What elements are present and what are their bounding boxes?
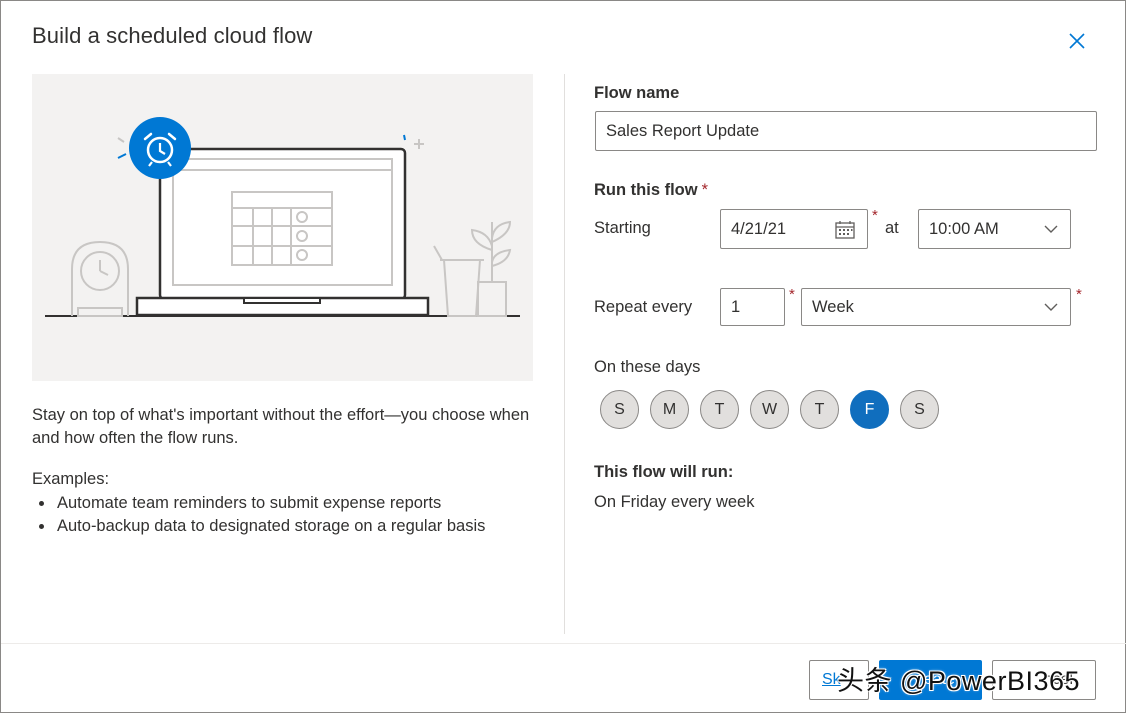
example-item: Auto-backup data to designated storage o… bbox=[32, 515, 485, 538]
panel-divider bbox=[564, 74, 565, 634]
day-sunday-button[interactable]: S bbox=[600, 390, 639, 429]
day-saturday-button[interactable]: S bbox=[900, 390, 939, 429]
laptop-illustration bbox=[135, 147, 430, 317]
run-this-flow-label: Run this flow * bbox=[594, 181, 708, 200]
alarm-clock-icon bbox=[129, 117, 191, 179]
repeat-unit-dropdown[interactable]: Week bbox=[801, 288, 1071, 326]
desk-clock-illustration bbox=[71, 240, 129, 317]
footer-divider bbox=[1, 643, 1126, 644]
start-date-field[interactable]: 4/21/21 bbox=[720, 209, 868, 249]
example-item: Automate team reminders to submit expens… bbox=[32, 492, 485, 515]
illustration-panel bbox=[32, 74, 533, 381]
required-marker: * bbox=[1076, 286, 1082, 303]
examples-label: Examples: bbox=[32, 470, 110, 488]
watermark-text: 头条 @PowerBI365 bbox=[837, 666, 1080, 696]
day-monday-button[interactable]: M bbox=[650, 390, 689, 429]
day-picker: S M T W T F S bbox=[600, 390, 939, 429]
chevron-down-icon bbox=[1044, 225, 1058, 233]
start-date-value: 4/21/21 bbox=[731, 219, 787, 238]
day-friday-button[interactable]: F bbox=[850, 390, 889, 429]
day-tuesday-button[interactable]: T bbox=[700, 390, 739, 429]
repeat-interval-field[interactable]: 1 bbox=[720, 288, 785, 326]
build-flow-dialog: Build a scheduled cloud flow Stay on top… bbox=[0, 0, 1126, 713]
flow-name-field[interactable] bbox=[595, 111, 1097, 151]
required-marker: * bbox=[789, 286, 795, 303]
day-thursday-button[interactable]: T bbox=[800, 390, 839, 429]
close-icon[interactable] bbox=[1064, 28, 1090, 54]
day-wednesday-button[interactable]: W bbox=[750, 390, 789, 429]
on-these-days-label: On these days bbox=[594, 358, 701, 376]
flow-name-input[interactable] bbox=[606, 121, 1096, 141]
plant-illustration bbox=[433, 220, 512, 317]
repeat-interval-value: 1 bbox=[731, 297, 741, 316]
flow-name-label: Flow name bbox=[594, 84, 680, 102]
summary-value: On Friday every week bbox=[594, 493, 755, 511]
repeat-unit-value: Week bbox=[812, 297, 854, 316]
starting-label: Starting bbox=[594, 219, 651, 237]
run-this-flow-text: Run this flow bbox=[594, 181, 698, 199]
examples-list: Automate team reminders to submit expens… bbox=[32, 492, 485, 538]
dialog-title: Build a scheduled cloud flow bbox=[32, 23, 313, 48]
flow-description: Stay on top of what's important without … bbox=[32, 406, 530, 447]
calendar-icon[interactable] bbox=[835, 221, 855, 244]
start-time-value: 10:00 AM bbox=[929, 219, 999, 238]
repeat-every-label: Repeat every bbox=[594, 298, 693, 316]
required-marker: * bbox=[872, 207, 878, 224]
required-marker: * bbox=[701, 181, 708, 199]
summary-label: This flow will run: bbox=[594, 463, 734, 481]
at-label: at bbox=[885, 219, 899, 237]
chevron-down-icon bbox=[1044, 303, 1058, 311]
start-time-dropdown[interactable]: 10:00 AM bbox=[918, 209, 1071, 249]
